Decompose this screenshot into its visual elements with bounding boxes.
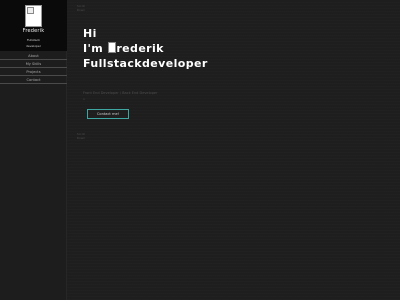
nav-item-contact[interactable]: Contact — [0, 76, 67, 84]
brand-subtitle-1: Fullstack — [26, 38, 41, 42]
scroll-hint-mid: Scroll Down — [74, 132, 88, 140]
sidebar-nav: About My Skills Projects Contact — [0, 52, 67, 84]
sidebar-header: Frederik Fullstack developer — [0, 0, 67, 51]
hero-name-rest: rederik — [116, 42, 164, 55]
hero-greeting: Hi — [83, 27, 97, 40]
roles-marker: o — [83, 97, 85, 101]
scroll-hint-mid-line-2: Down — [76, 136, 86, 140]
brand-name: Frederik — [22, 28, 45, 34]
brand-subtitle-2: developer — [25, 44, 42, 48]
contact-button[interactable]: Contact me! — [87, 109, 129, 119]
avatar-broken-image-icon — [25, 5, 42, 27]
hero-heading: Hi I'm rederik Fullstackdeveloper — [83, 26, 208, 71]
nav-item-about[interactable]: About — [0, 52, 67, 60]
nav-item-projects[interactable]: Projects — [0, 68, 67, 76]
hero-title: Fullstackdeveloper — [83, 57, 208, 70]
sidebar: Frederik Fullstack developer About My Sk… — [0, 0, 67, 300]
scroll-hint-top: Scroll Down — [74, 4, 88, 12]
page: Frederik Fullstack developer About My Sk… — [0, 0, 400, 300]
scroll-hint-top-line-2: Down — [76, 8, 86, 12]
hero-name-prefix: I'm — [83, 42, 108, 55]
roles-text: Front End Developer / Back End Developer — [83, 91, 158, 95]
nav-item-skills[interactable]: My Skills — [0, 60, 67, 68]
hero-name-line: I'm rederik — [83, 41, 208, 56]
